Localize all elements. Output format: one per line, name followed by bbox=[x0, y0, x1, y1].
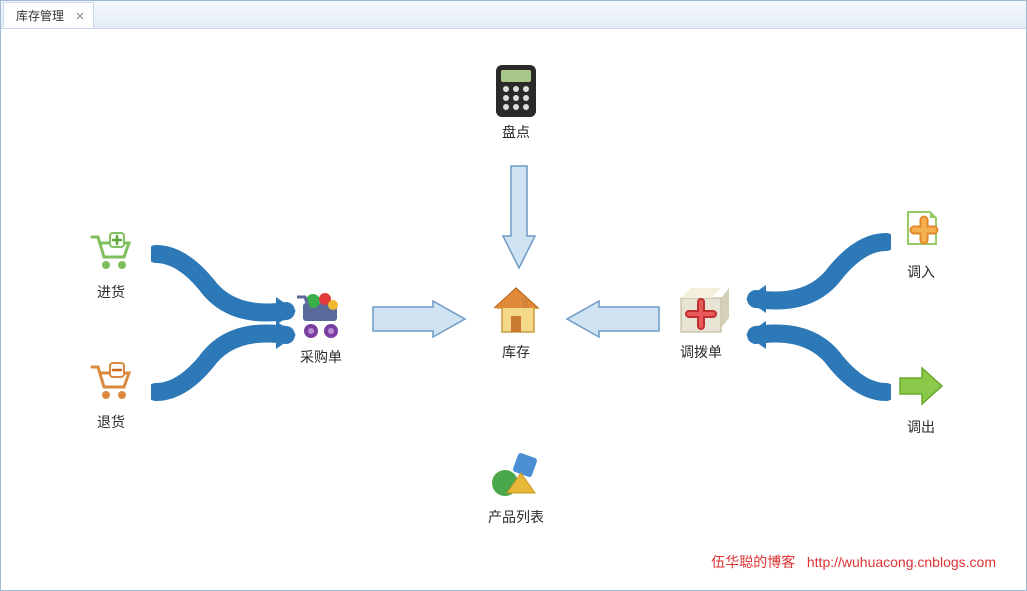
house-icon bbox=[486, 284, 546, 338]
arrow-right-green-icon bbox=[891, 359, 951, 413]
connector-transferout-to-transfer bbox=[741, 317, 891, 410]
box-plus-icon bbox=[671, 284, 731, 338]
node-transfer-label: 调拨单 bbox=[661, 342, 741, 362]
node-products[interactable]: 产品列表 bbox=[476, 449, 556, 527]
node-stocktake-label: 盘点 bbox=[476, 122, 556, 142]
node-stockin[interactable]: 进货 bbox=[71, 224, 151, 302]
shapes-icon bbox=[486, 449, 546, 503]
node-transferin-label: 调入 bbox=[881, 262, 961, 282]
footer-credit: 伍华聪的博客 http://wuhuacong.cnblogs.com bbox=[711, 552, 996, 572]
arrow-purchase-to-inventory bbox=[371, 299, 471, 339]
node-return-label: 退货 bbox=[71, 412, 151, 432]
inventory-management-window: 库存管理 ✕ 进货 bbox=[0, 0, 1027, 591]
titlebar: 库存管理 ✕ bbox=[1, 1, 1026, 29]
cart-minus-icon bbox=[81, 354, 141, 408]
node-transferin[interactable]: 调入 bbox=[881, 204, 961, 282]
tab-inventory[interactable]: 库存管理 ✕ bbox=[3, 2, 94, 28]
node-stockin-label: 进货 bbox=[71, 282, 151, 302]
node-inventory-label: 库存 bbox=[476, 342, 556, 362]
node-return[interactable]: 退货 bbox=[71, 354, 151, 432]
connector-return-to-purchase bbox=[151, 317, 301, 410]
credit-link[interactable]: http://wuhuacong.cnblogs.com bbox=[807, 554, 996, 570]
node-purchase-label: 采购单 bbox=[281, 347, 361, 367]
tab-label: 库存管理 bbox=[16, 9, 64, 23]
node-transferout[interactable]: 调出 bbox=[881, 359, 961, 437]
node-transferout-label: 调出 bbox=[881, 417, 961, 437]
node-inventory[interactable]: 库存 bbox=[476, 284, 556, 362]
node-transfer[interactable]: 调拨单 bbox=[661, 284, 741, 362]
node-stocktake[interactable]: 盘点 bbox=[476, 64, 556, 142]
file-plus-icon bbox=[891, 204, 951, 258]
close-icon[interactable]: ✕ bbox=[75, 4, 84, 30]
node-purchase[interactable]: 采购单 bbox=[281, 289, 361, 367]
calculator-icon bbox=[486, 64, 546, 118]
cart-plus-icon bbox=[81, 224, 141, 278]
connector-transferin-to-transfer bbox=[741, 227, 891, 320]
arrow-stocktake-to-inventory bbox=[499, 164, 539, 274]
arrow-transfer-to-inventory bbox=[561, 299, 661, 339]
shopping-cart-colorful-icon bbox=[291, 289, 351, 343]
diagram-canvas: 进货 退货 bbox=[1, 29, 1026, 590]
node-products-label: 产品列表 bbox=[476, 507, 556, 527]
credit-text: 伍华聪的博客 bbox=[711, 554, 795, 570]
